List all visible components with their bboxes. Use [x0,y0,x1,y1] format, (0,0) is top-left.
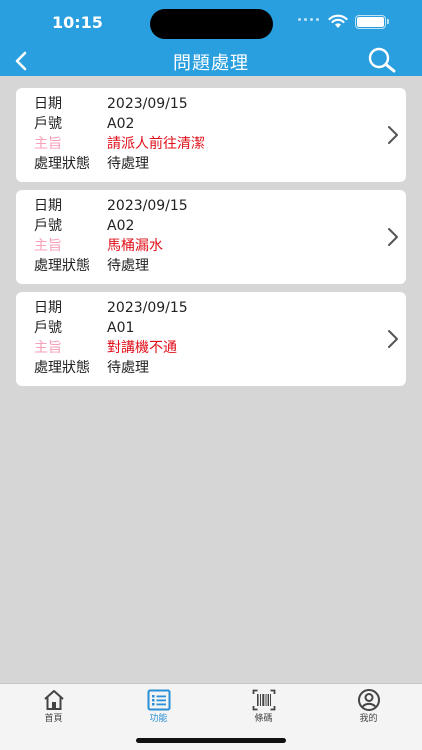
barcode-icon [252,689,276,711]
tab-label: 條碼 [254,714,273,724]
subject-label: 主旨 [34,238,62,254]
search-button[interactable] [362,44,402,76]
status-row: 處理狀態 待處理 [34,358,374,378]
home-icon [44,690,64,710]
status-label: 處理狀態 [34,360,90,376]
status-label: 處理狀態 [34,156,90,172]
issue-card[interactable]: 日期 2023/09/15 戶號 A02 主旨 請派人前往清潔 處理狀態 待處理 [16,88,406,182]
status-label: 處理狀態 [34,258,90,274]
tab-functions[interactable]: 功能 [106,684,211,729]
subject-value: 馬桶漏水 [107,238,163,254]
subject-label: 主旨 [34,340,62,356]
subject-row: 主旨 馬桶漏水 [34,236,374,256]
date-row: 日期 2023/09/15 [34,298,374,318]
status-row: 處理狀態 待處理 [34,154,374,174]
unit-row: 戶號 A02 [34,216,374,236]
status-value: 待處理 [107,156,149,172]
date-label: 日期 [34,300,62,316]
search-icon [368,47,396,73]
unit-label: 戶號 [34,218,62,234]
unit-label: 戶號 [34,320,62,336]
date-value: 2023/09/15 [107,300,188,316]
status-time: 10:15 [52,13,103,32]
dynamic-island [150,9,273,39]
subject-value: 對講機不通 [107,340,177,356]
wifi-icon [328,14,348,28]
profile-icon [358,689,380,711]
date-value: 2023/09/15 [107,198,188,214]
date-label: 日期 [34,96,62,112]
battery-icon [355,15,389,29]
page-title: 問題處理 [173,53,249,74]
home-indicator [136,738,286,743]
chevron-right-icon [388,228,398,246]
list-icon [147,689,171,711]
issue-card[interactable]: 日期 2023/09/15 戶號 A02 主旨 馬桶漏水 處理狀態 待處理 [16,190,406,284]
status-row: 處理狀態 待處理 [34,256,374,276]
signal-icon [298,16,324,24]
date-label: 日期 [34,198,62,214]
subject-row: 主旨 對講機不通 [34,338,374,358]
unit-row: 戶號 A02 [34,114,374,134]
date-row: 日期 2023/09/15 [34,94,374,114]
tab-barcode[interactable]: 條碼 [211,684,316,729]
unit-value: A01 [107,320,135,336]
subject-label: 主旨 [34,136,62,152]
issue-card[interactable]: 日期 2023/09/15 戶號 A01 主旨 對講機不通 處理狀態 待處理 [16,292,406,386]
header: 10:15 問題處理 [0,0,422,76]
chevron-right-icon [388,330,398,348]
unit-value: A02 [107,218,135,234]
subject-row: 主旨 請派人前往清潔 [34,134,374,154]
date-row: 日期 2023/09/15 [34,196,374,216]
chevron-right-icon [388,126,398,144]
unit-row: 戶號 A01 [34,318,374,338]
date-value: 2023/09/15 [107,96,188,112]
tab-profile[interactable]: 我的 [316,684,421,729]
tab-label: 我的 [359,714,378,724]
unit-label: 戶號 [34,116,62,132]
tab-label: 功能 [149,714,168,724]
status-value: 待處理 [107,258,149,274]
unit-value: A02 [107,116,135,132]
subject-value: 請派人前往清潔 [107,136,205,152]
tab-home[interactable]: 首頁 [1,684,106,729]
tab-label: 首頁 [44,714,63,724]
status-value: 待處理 [107,360,149,376]
